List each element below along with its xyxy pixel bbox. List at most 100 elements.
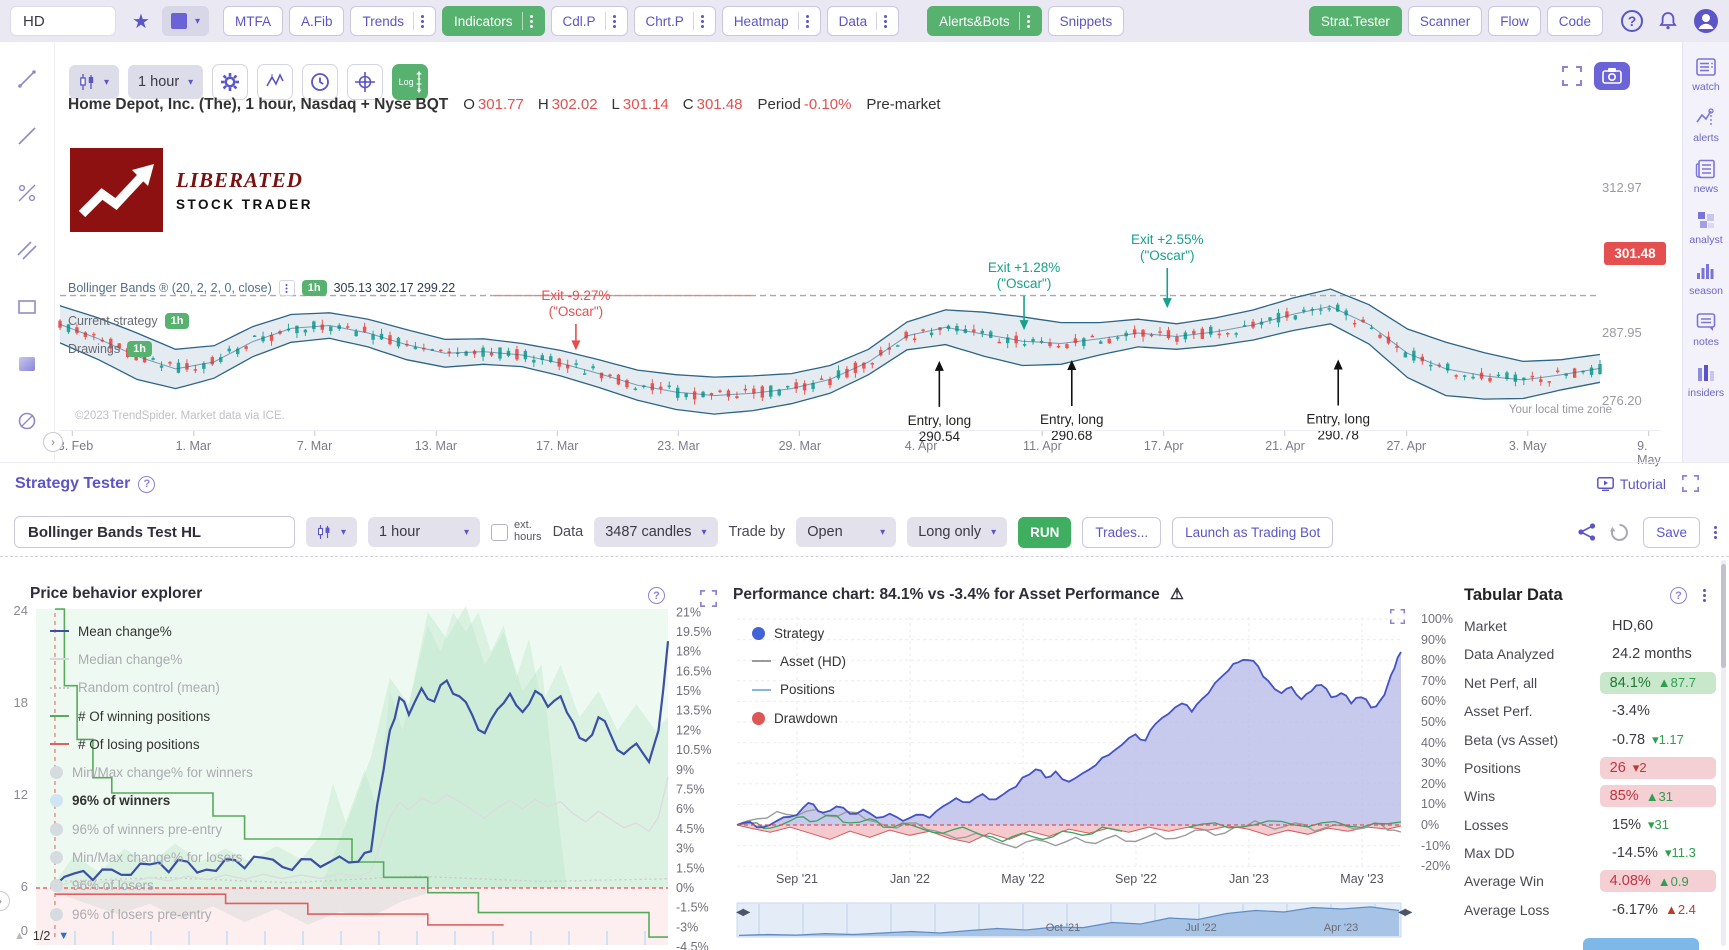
fullscreen-icon[interactable] — [1390, 609, 1405, 624]
sidebar-item-watch[interactable]: watch — [1692, 56, 1719, 93]
table-row[interactable]: Data Analyzed24.2 months — [1464, 640, 1716, 668]
rectangle-icon[interactable] — [7, 287, 47, 327]
table-row[interactable]: Asset Perf.-3.4% — [1464, 697, 1716, 725]
candles-count-select[interactable]: 3487 candles▾ — [594, 517, 717, 547]
share-icon[interactable] — [1578, 523, 1596, 541]
percent-line-icon[interactable] — [7, 173, 47, 213]
table-row[interactable]: MarketHD,60 — [1464, 612, 1716, 640]
zigzag-indicator-icon[interactable] — [257, 64, 293, 100]
button-menu-icon[interactable] — [522, 12, 533, 30]
toolbar-button-chrtp[interactable]: Chrt.P — [634, 6, 716, 36]
chart-type-select[interactable]: ▾ — [69, 65, 119, 99]
settings-gear-icon[interactable] — [212, 64, 248, 100]
direction-select[interactable]: Long only▾ — [907, 517, 1007, 547]
button-menu-icon[interactable] — [605, 12, 616, 30]
toolbar-button-mtfa[interactable]: MTFA — [223, 6, 283, 36]
toolbar-button-flow[interactable]: Flow — [1488, 6, 1541, 36]
explorer-legend-item[interactable]: Min/Max change% for losers — [50, 843, 253, 871]
button-menu-icon[interactable] — [693, 12, 704, 30]
explorer-legend-item[interactable]: # Of losing positions — [50, 730, 253, 758]
indicator-row-strategy[interactable]: Current strategy1h — [68, 313, 189, 329]
ellipse-icon[interactable] — [7, 401, 47, 441]
sidebar-item-insiders[interactable]: insiders — [1688, 362, 1724, 399]
toolbar-button-scanner[interactable]: Scanner — [1408, 6, 1482, 36]
performance-legend-item[interactable]: Strategy — [752, 619, 846, 647]
table-row[interactable]: Positions26▾2 — [1464, 754, 1716, 782]
clock-icon[interactable] — [302, 64, 338, 100]
expand-chevron-icon[interactable]: › — [0, 891, 10, 911]
more-options-icon[interactable] — [1703, 594, 1706, 597]
interval-select[interactable]: 1 hour▾ — [128, 65, 203, 99]
expand-icon[interactable] — [1682, 475, 1699, 492]
trade-by-select[interactable]: Open▾ — [796, 517, 896, 547]
log-scale-button[interactable]: Log — [392, 64, 428, 100]
scrollbar-thumb[interactable] — [1721, 564, 1726, 668]
fullscreen-icon[interactable] — [1562, 66, 1582, 86]
date-axis[interactable]: 23. Feb1. Mar7. Mar13. Mar17. Mar23. Mar… — [60, 430, 1660, 458]
indicator-menu-icon[interactable] — [279, 280, 295, 296]
performance-legend-item[interactable]: Asset (HD) — [752, 647, 846, 675]
tester-chart-type-select[interactable]: ▾ — [306, 517, 357, 547]
performance-legend-item[interactable]: Positions — [752, 676, 846, 704]
notifications-bell-icon[interactable] — [1657, 10, 1679, 32]
explorer-legend-item[interactable]: 96% of losers pre-entry — [50, 900, 253, 928]
help-icon[interactable]: ? — [138, 476, 155, 493]
button-menu-icon[interactable] — [876, 12, 887, 30]
toolbar-button-snippets[interactable]: Snippets — [1048, 6, 1125, 36]
table-row[interactable]: Max DD-14.5%▾11.3 — [1464, 839, 1716, 867]
table-row[interactable]: Wins85%▲31 — [1464, 782, 1716, 810]
scrollbar[interactable] — [1721, 560, 1726, 946]
button-menu-icon[interactable] — [1019, 12, 1030, 30]
trendline-icon[interactable] — [7, 59, 47, 99]
toolbar-button-strattester[interactable]: Strat.Tester — [1309, 6, 1402, 36]
timezone-label[interactable]: Your local time zone — [1509, 404, 1612, 416]
table-row[interactable]: Average Loss-6.17%▲2.4 — [1464, 896, 1716, 924]
favorite-star-icon[interactable]: ★ — [132, 9, 150, 34]
explorer-legend-item[interactable]: 96% of winners pre-entry — [50, 815, 253, 843]
toolbar-button-afib[interactable]: A.Fib — [289, 6, 345, 36]
range-handle-right[interactable]: ◀▶ — [1398, 907, 1411, 918]
history-refresh-icon[interactable] — [1610, 523, 1629, 542]
toolbar-button-code[interactable]: Code — [1547, 6, 1603, 36]
button-menu-icon[interactable] — [798, 12, 809, 30]
checkbox-icon[interactable] — [491, 524, 508, 541]
help-icon[interactable]: ? — [1621, 10, 1643, 32]
toolbar-button-cdlp[interactable]: Cdl.P — [551, 6, 628, 36]
tester-interval-select[interactable]: 1 hour▾ — [368, 517, 480, 547]
sidebar-item-season[interactable]: season — [1689, 260, 1723, 297]
help-icon[interactable]: ? — [1670, 587, 1687, 604]
button-menu-icon[interactable] — [413, 12, 424, 30]
symbol-input[interactable]: HD — [10, 6, 116, 36]
table-row[interactable]: Losses15%▾31 — [1464, 810, 1716, 838]
explorer-legend-item[interactable]: Mean change% — [50, 617, 253, 645]
toolbar-button-trends[interactable]: Trends — [350, 6, 436, 36]
ray-line-icon[interactable] — [7, 116, 47, 156]
performance-legend-item[interactable]: Drawdown — [752, 704, 846, 732]
table-row[interactable]: Beta (vs Asset)-0.78▾1.17 — [1464, 725, 1716, 753]
strategy-name-input[interactable]: Bollinger Bands Test HL — [14, 516, 295, 548]
tutorial-link[interactable]: Tutorial — [1597, 476, 1666, 492]
collapse-chevron-icon[interactable]: › — [43, 432, 63, 452]
ext-hours-checkbox[interactable]: ext.hours — [491, 520, 542, 543]
sidebar-item-news[interactable]: news — [1694, 158, 1719, 195]
sidebar-item-analyst[interactable]: analyst — [1689, 209, 1722, 246]
explorer-legend-item[interactable]: Min/Max change% for winners — [50, 758, 253, 786]
color-swatch-button[interactable]: ▾ — [162, 6, 209, 36]
user-avatar[interactable] — [1693, 8, 1719, 34]
explorer-legend-item[interactable]: Median change% — [50, 645, 253, 673]
toolbar-button-alertsbots[interactable]: Alerts&Bots — [927, 6, 1042, 36]
chat-widget[interactable] — [1583, 938, 1699, 950]
indicator-row-bollinger[interactable]: Bollinger Bands ® (20, 2, 2, 0, close) 1… — [68, 280, 455, 296]
indicator-row-drawings[interactable]: Drawings1h — [68, 341, 152, 357]
page-down-icon[interactable]: ▼ — [58, 930, 69, 942]
sidebar-item-alerts[interactable]: alerts — [1693, 107, 1719, 144]
launch-trading-bot-button[interactable]: Launch as Trading Bot — [1172, 517, 1333, 548]
toolbar-button-heatmap[interactable]: Heatmap — [722, 6, 821, 36]
sidebar-item-notes[interactable]: notes — [1693, 311, 1719, 348]
explorer-legend-item[interactable]: Random control (mean) — [50, 674, 253, 702]
explorer-legend-item[interactable]: 96% of winners — [50, 787, 253, 815]
filled-rectangle-icon[interactable] — [7, 344, 47, 384]
toolbar-button-indicators[interactable]: Indicators — [442, 6, 545, 36]
expand-icon[interactable] — [700, 590, 717, 607]
explorer-legend-item[interactable]: # Of winning positions — [50, 702, 253, 730]
